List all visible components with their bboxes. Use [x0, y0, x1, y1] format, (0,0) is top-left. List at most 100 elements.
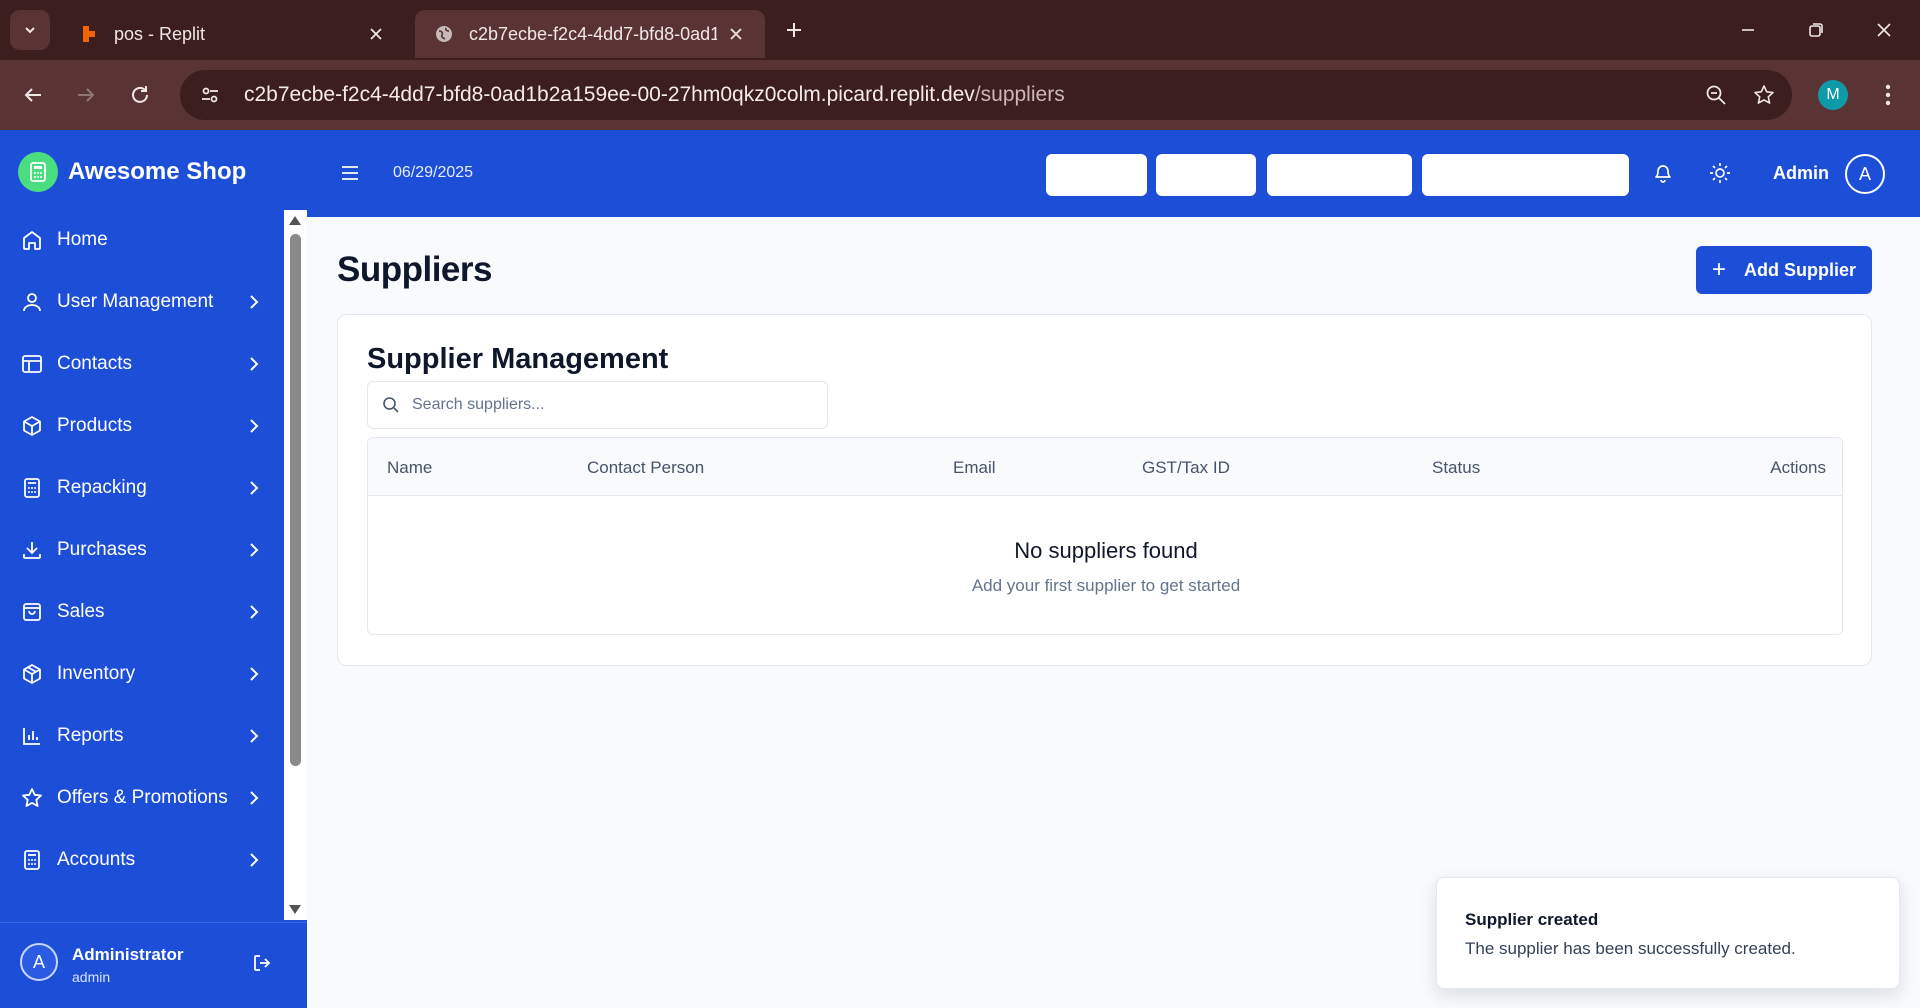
- globe-icon: [433, 23, 455, 45]
- shopping-bag-icon: [20, 600, 44, 624]
- sidebar-item-reports[interactable]: Reports: [0, 710, 284, 762]
- tab-search-button[interactable]: [10, 10, 50, 50]
- calculator-icon: [20, 476, 44, 500]
- zoom-icon[interactable]: [1696, 75, 1736, 115]
- address-bar[interactable]: c2b7ecbe-f2c4-4dd7-bfd8-0ad1b2a159ee-00-…: [180, 70, 1792, 120]
- column-header-contact-person[interactable]: Contact Person: [587, 458, 704, 478]
- browser-menu-button[interactable]: [1870, 77, 1906, 113]
- url-path: /suppliers: [974, 83, 1065, 106]
- brand[interactable]: Awesome Shop: [18, 152, 246, 192]
- restore-button[interactable]: [1794, 12, 1838, 48]
- minimize-button[interactable]: [1726, 12, 1770, 48]
- sidebar-item-sales[interactable]: Sales: [0, 586, 284, 638]
- add-supplier-button[interactable]: + Add Supplier: [1696, 246, 1872, 294]
- sidebar-item-contacts[interactable]: Contacts: [0, 338, 284, 390]
- sidebar-item-label: User Management: [57, 291, 214, 312]
- back-button[interactable]: [15, 77, 51, 113]
- browser-tab-replit[interactable]: pos - Replit: [60, 10, 405, 58]
- site-settings-icon[interactable]: [188, 77, 232, 113]
- avatar[interactable]: A: [20, 943, 58, 981]
- user-icon: [20, 290, 44, 314]
- user-role: admin: [72, 969, 111, 985]
- sidebar: Awesome Shop Home User Management Contac…: [0, 130, 307, 1008]
- more-vertical-icon: [1885, 84, 1891, 106]
- quick-action-button-4[interactable]: [1422, 154, 1629, 196]
- chevron-down-icon: [25, 27, 35, 34]
- profile-avatar[interactable]: M: [1818, 80, 1848, 110]
- sidebar-item-label: Products: [57, 415, 132, 436]
- add-supplier-label: Add Supplier: [1744, 259, 1856, 280]
- sidebar-item-accounts[interactable]: Accounts: [0, 834, 284, 886]
- chevron-right-icon: [244, 850, 264, 870]
- chevron-right-icon: [244, 292, 264, 312]
- close-icon: [1877, 23, 1891, 37]
- bookmark-star-icon[interactable]: [1744, 75, 1784, 115]
- sidebar-item-user-management[interactable]: User Management: [0, 276, 284, 328]
- sidebar-item-home[interactable]: Home: [0, 214, 284, 266]
- page-title: Suppliers: [337, 250, 492, 289]
- column-header-status[interactable]: Status: [1432, 458, 1480, 478]
- reload-icon: [132, 86, 148, 103]
- reload-button[interactable]: [122, 77, 158, 113]
- sidebar-item-label: Inventory: [57, 663, 136, 684]
- sidebar-item-offers-promotions[interactable]: Offers & Promotions: [0, 772, 284, 824]
- close-icon[interactable]: [725, 23, 747, 45]
- card-title: Supplier Management: [367, 343, 669, 375]
- download-icon: [20, 538, 44, 562]
- header-user-name[interactable]: Admin: [1773, 163, 1829, 184]
- replit-icon: [78, 23, 100, 45]
- chevron-right-icon: [244, 726, 264, 746]
- sidebar-item-inventory[interactable]: Inventory: [0, 648, 284, 700]
- calculator-logo-icon: [18, 152, 58, 192]
- browser-tab-bar: pos - Replit c2b7ecbe-f2c4-4dd7-bfd8-0ad…: [0, 0, 1920, 60]
- browser-tab-active[interactable]: c2b7ecbe-f2c4-4dd7-bfd8-0ad1: [415, 10, 765, 58]
- url-host: c2b7ecbe-f2c4-4dd7-bfd8-0ad1b2a159ee-00-…: [244, 83, 975, 106]
- ledger-icon: [20, 848, 44, 872]
- sidebar-scrollbar[interactable]: [284, 210, 307, 920]
- brand-name: Awesome Shop: [68, 158, 247, 185]
- sidebar-item-repacking[interactable]: Repacking: [0, 462, 284, 514]
- chevron-right-icon: [244, 416, 264, 436]
- forward-button[interactable]: [68, 77, 104, 113]
- column-header-name[interactable]: Name: [387, 458, 432, 478]
- quick-action-button-1[interactable]: [1046, 154, 1147, 196]
- chevron-right-icon: [244, 540, 264, 560]
- toast-notification[interactable]: Supplier created The supplier has been s…: [1436, 877, 1900, 989]
- sun-icon[interactable]: [1707, 160, 1733, 186]
- quick-action-button-3[interactable]: [1267, 154, 1412, 196]
- column-header-actions: Actions: [1770, 458, 1826, 477]
- scroll-down-arrow-icon[interactable]: [289, 905, 301, 914]
- sidebar-item-label: Repacking: [57, 477, 147, 498]
- sidebar-item-label: Contacts: [57, 353, 132, 374]
- chevron-right-icon: [244, 354, 264, 374]
- arrow-right-icon: [78, 88, 95, 102]
- scroll-up-arrow-icon[interactable]: [289, 216, 301, 225]
- column-header-gst-tax-id[interactable]: GST/Tax ID: [1142, 458, 1230, 478]
- url-text: c2b7ecbe-f2c4-4dd7-bfd8-0ad1b2a159ee-00-…: [244, 83, 1696, 107]
- quick-action-button-2[interactable]: [1156, 154, 1256, 196]
- avatar[interactable]: A: [1845, 154, 1885, 194]
- sidebar-item-purchases[interactable]: Purchases: [0, 524, 284, 576]
- box-icon: [20, 414, 44, 438]
- home-icon: [20, 228, 44, 252]
- logout-icon[interactable]: [250, 951, 274, 975]
- sidebar-item-label: Sales: [57, 601, 105, 622]
- scrollbar-thumb[interactable]: [290, 234, 301, 766]
- sidebar-user-footer: A Administrator admin: [0, 922, 307, 1008]
- search-box[interactable]: [367, 381, 828, 429]
- bar-chart-icon: [20, 724, 44, 748]
- sidebar-item-label: Reports: [57, 725, 124, 746]
- menu-toggle-icon[interactable]: [337, 160, 363, 186]
- close-window-button[interactable]: [1862, 12, 1906, 48]
- bell-icon[interactable]: [1650, 160, 1676, 186]
- arrow-left-icon: [24, 88, 41, 102]
- plus-icon: +: [1711, 256, 1726, 283]
- sidebar-item-label: Accounts: [57, 849, 136, 870]
- close-icon[interactable]: [365, 23, 387, 45]
- toast-description: The supplier has been successfully creat…: [1465, 939, 1796, 958]
- column-header-email[interactable]: Email: [953, 458, 996, 478]
- sidebar-item-products[interactable]: Products: [0, 400, 284, 452]
- search-input[interactable]: [412, 396, 812, 414]
- new-tab-button[interactable]: [778, 14, 810, 46]
- current-date: 06/29/2025: [393, 164, 474, 181]
